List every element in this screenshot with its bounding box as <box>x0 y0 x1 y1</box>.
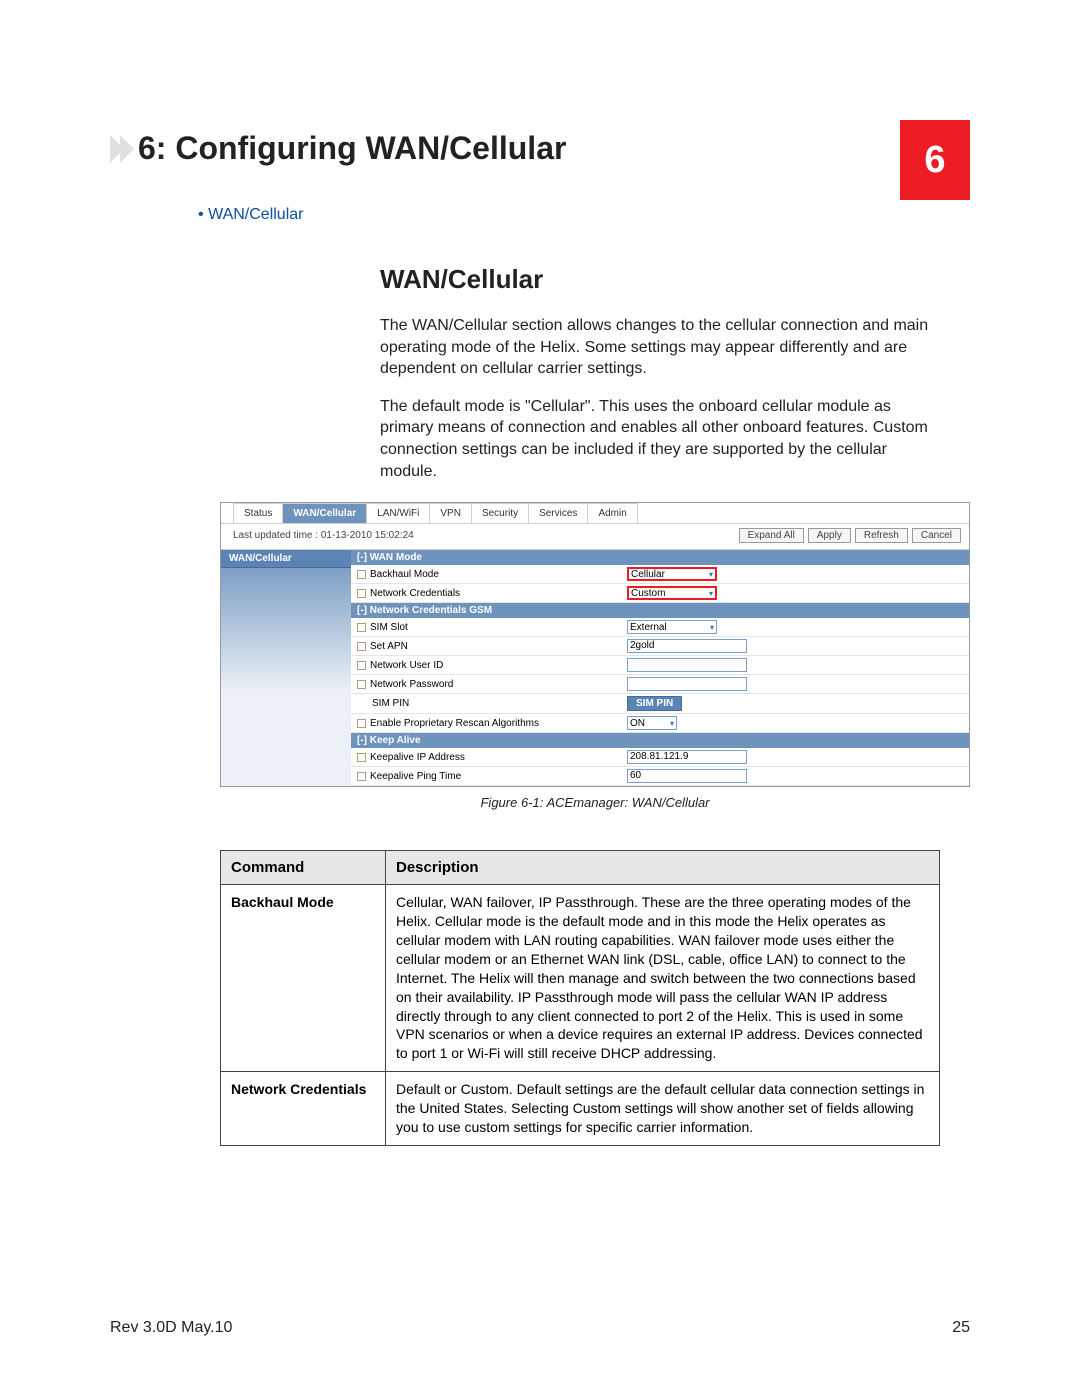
checkbox-icon[interactable] <box>357 642 366 651</box>
column-header-command: Command <box>221 851 386 885</box>
tab-bar: StatusWAN/CellularLAN/WiFiVPNSecuritySer… <box>221 503 969 524</box>
section-para: The default mode is "Cellular". This use… <box>380 396 940 482</box>
setting-row: Network CredentialsCustom▾ <box>351 584 969 603</box>
column-header-description: Description <box>386 851 940 885</box>
setting-row: Keepalive Ping Time60 <box>351 767 969 786</box>
cancel-button[interactable]: Cancel <box>912 528 961 543</box>
command-table: Command Description Backhaul ModeCellula… <box>220 850 940 1146</box>
checkbox-icon[interactable] <box>357 753 366 762</box>
setting-label: Keepalive Ping Time <box>357 771 627 782</box>
sidebar-item-wan-cellular[interactable]: WAN/Cellular <box>221 550 351 568</box>
toc-link[interactable]: WAN/Cellular <box>208 206 303 223</box>
input-keepalive-ip-address[interactable]: 208.81.121.9 <box>627 750 747 764</box>
setting-label: Enable Proprietary Rescan Algorithms <box>357 718 627 729</box>
select-enable-proprietary-rescan-algorithms[interactable]: ON▾ <box>627 716 677 730</box>
group-header[interactable]: [-] Network Credentials GSM <box>351 603 969 618</box>
table-row: Network CredentialsDefault or Custom. De… <box>221 1072 940 1146</box>
tab-services[interactable]: Services <box>529 503 588 523</box>
setting-row: SIM PINSIM PIN <box>351 694 969 714</box>
toc: • WAN/Cellular <box>198 206 970 224</box>
command-name: Network Credentials <box>221 1072 386 1146</box>
setting-label: Network Password <box>357 679 627 690</box>
tab-vpn[interactable]: VPN <box>430 503 472 523</box>
checkbox-icon[interactable] <box>357 680 366 689</box>
command-name: Backhaul Mode <box>221 885 386 1072</box>
figure-caption: Figure 6-1: ACEmanager: WAN/Cellular <box>220 795 970 810</box>
checkbox-icon[interactable] <box>357 623 366 632</box>
footer-page-number: 25 <box>952 1319 970 1337</box>
command-description: Default or Custom. Default settings are … <box>386 1072 940 1146</box>
action-buttons: Expand All Apply Refresh Cancel <box>739 528 961 543</box>
tab-admin[interactable]: Admin <box>588 503 637 523</box>
chapter-title: 6: Configuring WAN/Cellular <box>138 130 566 167</box>
chapter-header: 6: Configuring WAN/Cellular 6 <box>110 130 970 200</box>
refresh-button[interactable]: Refresh <box>855 528 908 543</box>
input-network-password[interactable] <box>627 677 747 691</box>
checkbox-icon[interactable] <box>357 772 366 781</box>
select-network-credentials[interactable]: Custom▾ <box>627 586 717 600</box>
input-set-apn[interactable]: 2gold <box>627 639 747 653</box>
setting-row: Keepalive IP Address208.81.121.9 <box>351 748 969 767</box>
setting-label: Backhaul Mode <box>357 569 627 580</box>
sim-pin-button[interactable]: SIM PIN <box>627 696 682 711</box>
expand-all-button[interactable]: Expand All <box>739 528 804 543</box>
setting-label: Network User ID <box>357 660 627 671</box>
select-sim-slot[interactable]: External▾ <box>627 620 717 634</box>
setting-row: Network Password <box>351 675 969 694</box>
sidebar: WAN/Cellular <box>221 550 351 786</box>
setting-row: Enable Proprietary Rescan AlgorithmsON▾ <box>351 714 969 733</box>
command-description: Cellular, WAN failover, IP Passthrough. … <box>386 885 940 1072</box>
chevron-down-icon: ▾ <box>670 719 674 728</box>
settings-panel: [-] WAN ModeBackhaul ModeCellular▾Networ… <box>351 550 969 786</box>
setting-label: Network Credentials <box>357 588 627 599</box>
setting-row: Network User ID <box>351 656 969 675</box>
bullet: • <box>198 206 204 223</box>
section-para: The WAN/Cellular section allows changes … <box>380 315 940 380</box>
setting-row: SIM SlotExternal▾ <box>351 618 969 637</box>
page-footer: Rev 3.0D May.10 25 <box>110 1319 970 1337</box>
setting-label: SIM Slot <box>357 622 627 633</box>
chevron-down-icon: ▾ <box>709 570 713 579</box>
section-heading: WAN/Cellular <box>380 264 970 295</box>
group-header[interactable]: [-] WAN Mode <box>351 550 969 565</box>
apply-button[interactable]: Apply <box>808 528 851 543</box>
footer-revision: Rev 3.0D May.10 <box>110 1319 232 1337</box>
setting-label: Keepalive IP Address <box>357 752 627 763</box>
setting-label: SIM PIN <box>357 698 627 709</box>
setting-row: Set APN2gold <box>351 637 969 656</box>
tab-security[interactable]: Security <box>472 503 529 523</box>
setting-label: Set APN <box>357 641 627 652</box>
input-network-user-id[interactable] <box>627 658 747 672</box>
tab-wan-cellular[interactable]: WAN/Cellular <box>283 503 367 523</box>
section: WAN/Cellular The WAN/Cellular section al… <box>380 264 970 482</box>
chapter-number-badge: 6 <box>900 120 970 200</box>
setting-row: Backhaul ModeCellular▾ <box>351 565 969 584</box>
tab-lan-wifi[interactable]: LAN/WiFi <box>367 503 430 523</box>
table-row: Backhaul ModeCellular, WAN failover, IP … <box>221 885 940 1072</box>
checkbox-icon[interactable] <box>357 661 366 670</box>
checkbox-icon[interactable] <box>357 589 366 598</box>
checkbox-icon[interactable] <box>357 719 366 728</box>
last-updated-time: Last updated time : 01-13-2010 15:02:24 <box>233 530 414 541</box>
chevron-down-icon: ▾ <box>709 589 713 598</box>
screenshot-acemanager: StatusWAN/CellularLAN/WiFiVPNSecuritySer… <box>220 502 970 787</box>
chevron-down-icon: ▾ <box>710 623 714 632</box>
chevron-right-icon <box>110 135 130 163</box>
checkbox-icon[interactable] <box>357 570 366 579</box>
tab-status[interactable]: Status <box>233 503 283 523</box>
input-keepalive-ping-time[interactable]: 60 <box>627 769 747 783</box>
select-backhaul-mode[interactable]: Cellular▾ <box>627 567 717 581</box>
group-header[interactable]: [-] Keep Alive <box>351 733 969 748</box>
